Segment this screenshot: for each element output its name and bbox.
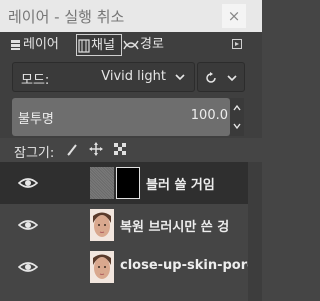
tab-paths[interactable]: 경로 xyxy=(123,34,164,56)
opacity-spinner[interactable] xyxy=(230,98,244,136)
layer-row[interactable]: close-up-skin-pore xyxy=(0,246,256,288)
layers-icon xyxy=(11,39,20,50)
layer-row[interactable]: 블러 쓸 거임 xyxy=(0,162,248,204)
mode-select[interactable]: 모드: Vivid light xyxy=(12,62,195,92)
tab-layers-label: 레이어 xyxy=(23,37,59,52)
opacity-label: 불투명 xyxy=(18,112,54,127)
lock-alpha-icon[interactable] xyxy=(113,142,127,156)
close-icon: × xyxy=(227,7,241,25)
eye-icon[interactable] xyxy=(18,173,38,193)
composite-mode-button[interactable] xyxy=(197,62,245,92)
layer-name: 블러 쓸 거임 xyxy=(146,178,215,193)
chevron-down-icon xyxy=(227,75,237,82)
eye-icon[interactable] xyxy=(18,215,38,235)
lock-label: 잠그기: xyxy=(14,146,55,161)
opacity-value: 100.0 xyxy=(190,108,228,123)
layers-list: 블러 쓸 거임 복원 브러시만 쓴 겅 close-up-skin-pore xyxy=(0,162,256,301)
mode-value: Vivid light xyxy=(101,69,166,84)
lock-pixels-icon[interactable] xyxy=(66,142,80,156)
tab-channels-label: 채널 xyxy=(91,38,115,53)
title-bar: 레이어 - 실행 취소 × xyxy=(0,0,262,32)
layer-row[interactable]: 복원 브러시만 쓴 겅 xyxy=(0,204,248,246)
mode-label: 모드: xyxy=(21,73,50,88)
tab-channels[interactable]: 채널 xyxy=(76,34,122,56)
layer-thumbnail xyxy=(90,167,114,199)
window-title: 레이어 - 실행 취소 xyxy=(8,8,125,26)
chevron-down-icon xyxy=(233,123,241,130)
dock-tabs: 레이어 채널 경로 xyxy=(0,32,262,58)
layer-mask-thumbnail xyxy=(116,167,140,199)
lock-position-icon[interactable] xyxy=(89,142,103,156)
mode-row: 모드: Vivid light xyxy=(0,58,262,96)
eye-icon[interactable] xyxy=(18,257,38,277)
layer-thumbnail xyxy=(90,209,114,241)
layer-thumbnail xyxy=(90,251,114,283)
opacity-slider[interactable]: 불투명 100.0 xyxy=(12,98,230,136)
tab-layers[interactable]: 레이어 xyxy=(10,34,59,56)
lock-row: 잠그기: xyxy=(0,138,262,162)
chevron-up-icon xyxy=(233,104,241,111)
paths-icon xyxy=(123,40,139,49)
tab-paths-label: 경로 xyxy=(140,37,164,52)
panel-menu-button[interactable] xyxy=(232,39,242,49)
reset-icon xyxy=(206,72,216,83)
layers-scrollbar[interactable] xyxy=(248,162,262,301)
channels-icon xyxy=(78,38,90,53)
layer-name: 복원 브러시만 쓴 겅 xyxy=(120,220,230,235)
layer-name: close-up-skin-pore xyxy=(120,258,256,273)
panel-menu-icon xyxy=(235,42,239,46)
close-button[interactable]: × xyxy=(222,4,246,28)
chevron-down-icon xyxy=(175,74,185,81)
opacity-row: 불투명 100.0 xyxy=(0,96,262,138)
